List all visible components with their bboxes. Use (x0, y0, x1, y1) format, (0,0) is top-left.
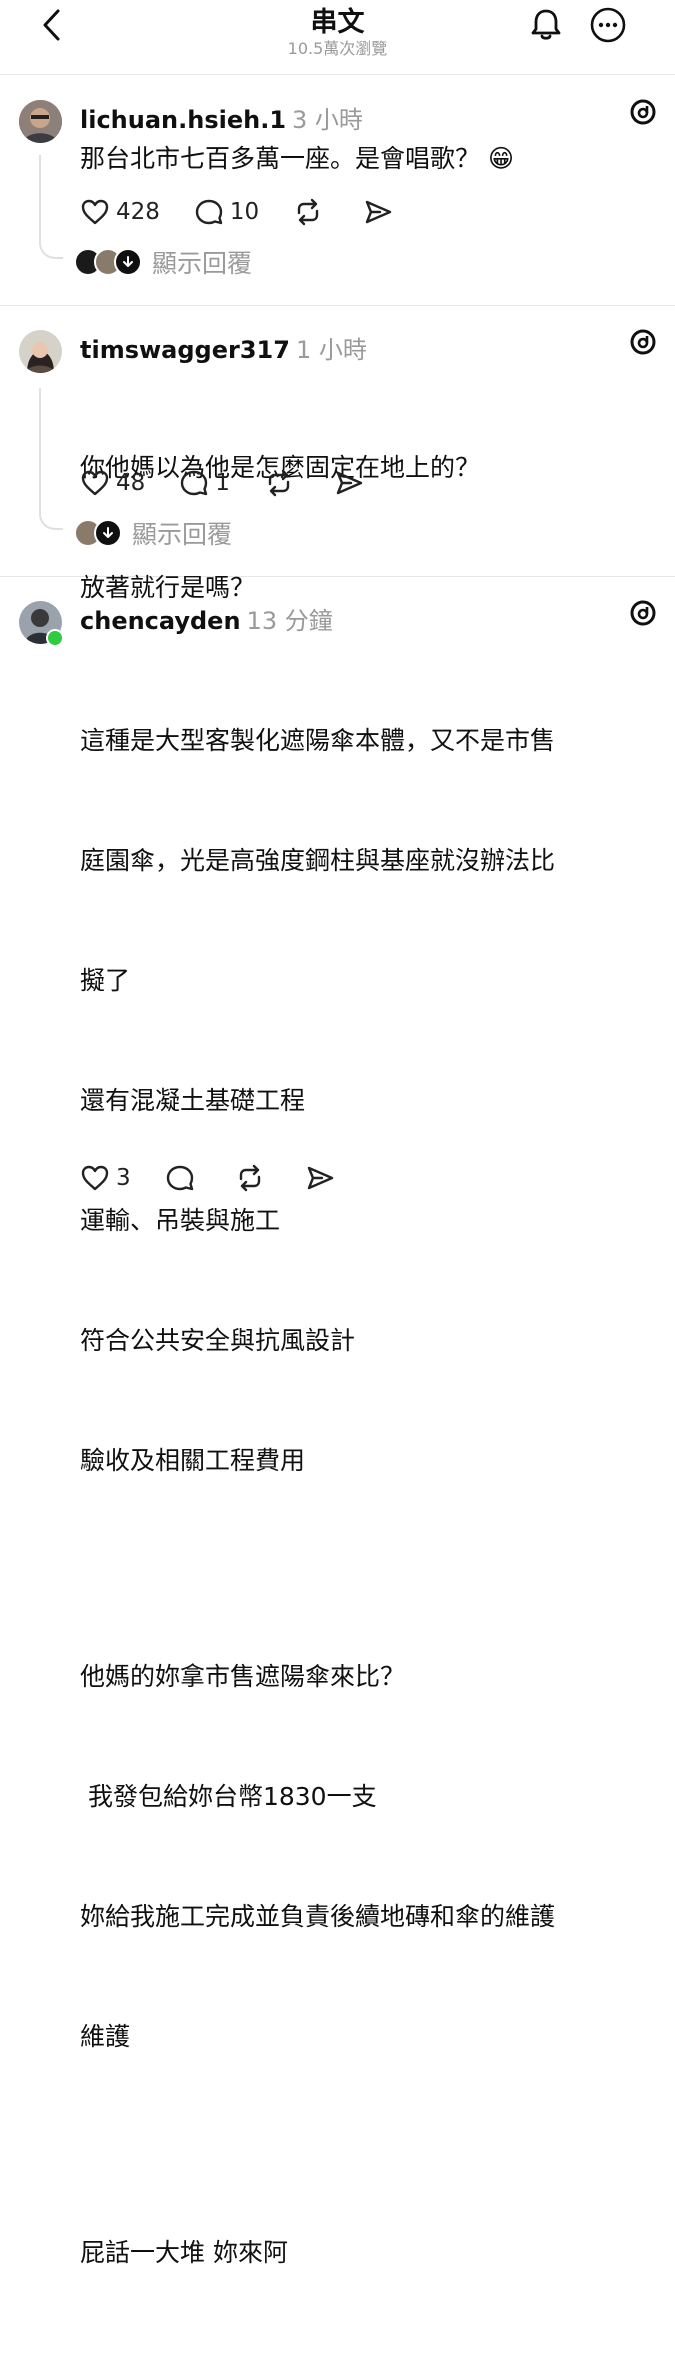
online-status-dot (46, 629, 64, 647)
comment-icon (181, 470, 208, 496)
like-count: 3 (116, 1165, 131, 1191)
share-button[interactable] (334, 468, 370, 498)
send-icon (307, 1166, 333, 1190)
thread-connector (39, 155, 63, 259)
comment-item: lichuan.hsieh.1 3 小時 那台北市七百多萬一座。是會唱歌？ 😁 4… (0, 75, 675, 306)
comment-line: 擬了 (80, 966, 131, 995)
repost-icon (268, 469, 290, 497)
like-button[interactable]: 48 (80, 468, 145, 498)
avatar[interactable] (19, 100, 62, 143)
timestamp: 1 小時 (295, 336, 367, 364)
repost-button[interactable] (235, 1163, 271, 1193)
comment-line: 驗收及相關工程費用 (80, 1446, 306, 1475)
share-button[interactable] (305, 1163, 341, 1193)
show-replies-label: 顯示回覆 (132, 520, 233, 549)
like-count: 428 (116, 199, 160, 225)
username[interactable]: timswagger317 (80, 336, 290, 364)
send-icon (365, 200, 392, 224)
comment-line: 庭園傘，光是高強度鋼柱與基座就沒辦法比 (80, 846, 556, 875)
username[interactable]: chencayden (80, 607, 241, 635)
comment-line: 運輸、吊裝與施工 (80, 1206, 281, 1235)
comment-line: 還有混凝土基礎工程 (80, 1086, 306, 1115)
action-bar: 48 1 (80, 466, 404, 500)
username[interactable]: lichuan.hsieh.1 (80, 106, 286, 134)
heart-icon (81, 470, 109, 496)
comment-body: 這種是大型客製化遮陽傘本體，又不是市售 庭園傘，光是高強度鋼柱與基座就沒辦法比 … (80, 641, 555, 2353)
repost-button[interactable] (293, 197, 329, 227)
show-replies-label: 顯示回覆 (152, 249, 253, 278)
action-bar: 3 (80, 1161, 375, 1195)
reply-button[interactable]: 10 (194, 197, 259, 227)
comment-line: 這種是大型客製化遮陽傘本體，又不是市售 (80, 726, 556, 755)
arrow-down-icon (94, 519, 122, 547)
comment-header: lichuan.hsieh.1 3 小時 (80, 100, 363, 135)
reply-count: 1 (215, 470, 230, 496)
share-button[interactable] (363, 197, 399, 227)
reply-button[interactable]: 1 (179, 468, 230, 498)
thread-header: 串文 10.5萬次瀏覽 (0, 0, 675, 75)
like-button[interactable]: 428 (80, 197, 160, 227)
comment-line: 他媽的妳拿市售遮陽傘來比？ (80, 1662, 406, 1691)
threads-logo-icon[interactable] (628, 97, 658, 127)
action-bar: 428 10 (80, 195, 433, 229)
repost-icon (239, 1164, 260, 1192)
show-replies-button[interactable]: 顯示回覆 (74, 245, 252, 279)
heart-icon (81, 199, 109, 225)
reply-button[interactable] (165, 1163, 201, 1193)
thread-connector (39, 388, 63, 530)
timestamp: 3 小時 (292, 106, 363, 134)
comment-body: 那台北市七百多萬一座。是會唱歌？ 😁 (80, 144, 515, 173)
show-replies-button[interactable]: 顯示回覆 (74, 516, 232, 550)
heart-icon (81, 1165, 109, 1191)
comment-item: chencayden 13 分鐘 這種是大型客製化遮陽傘本體，又不是市售 庭園傘，… (0, 577, 675, 2267)
comment-line: 屁話一大堆 妳來阿 (80, 2238, 288, 2267)
like-button[interactable]: 3 (80, 1163, 131, 1193)
timestamp: 13 分鐘 (246, 607, 333, 635)
comment-icon (195, 199, 223, 225)
comment-line: 妳給我施工完成並負責後續地磚和傘的維護 (80, 1902, 556, 1931)
comment-line: 符合公共安全與抗風設計 (80, 1326, 356, 1355)
comment-header: chencayden 13 分鐘 (80, 601, 333, 636)
send-icon (336, 471, 363, 495)
comment-line: 維護 (80, 2022, 131, 2051)
bell-icon[interactable] (527, 6, 565, 44)
page-title: 串文 (310, 7, 365, 38)
view-count: 10.5萬次瀏覽 (287, 39, 388, 58)
threads-logo-icon[interactable] (628, 327, 658, 357)
avatar[interactable] (19, 330, 62, 373)
arrow-down-icon (114, 248, 142, 276)
comment-item: timswagger317 1 小時 你他媽以為他是怎麼固定在地上的？ 放著就行是… (0, 306, 675, 602)
comment-header: timswagger317 1 小時 (80, 330, 367, 365)
comment-line: 我發包給妳台幣1830一支 (80, 1782, 377, 1811)
repost-button[interactable] (264, 468, 300, 498)
like-count: 48 (116, 470, 146, 496)
more-options-icon[interactable] (589, 6, 627, 44)
repost-icon (297, 198, 319, 226)
comment-icon (166, 1165, 193, 1191)
reply-count: 10 (229, 199, 260, 225)
threads-logo-icon[interactable] (628, 598, 658, 628)
